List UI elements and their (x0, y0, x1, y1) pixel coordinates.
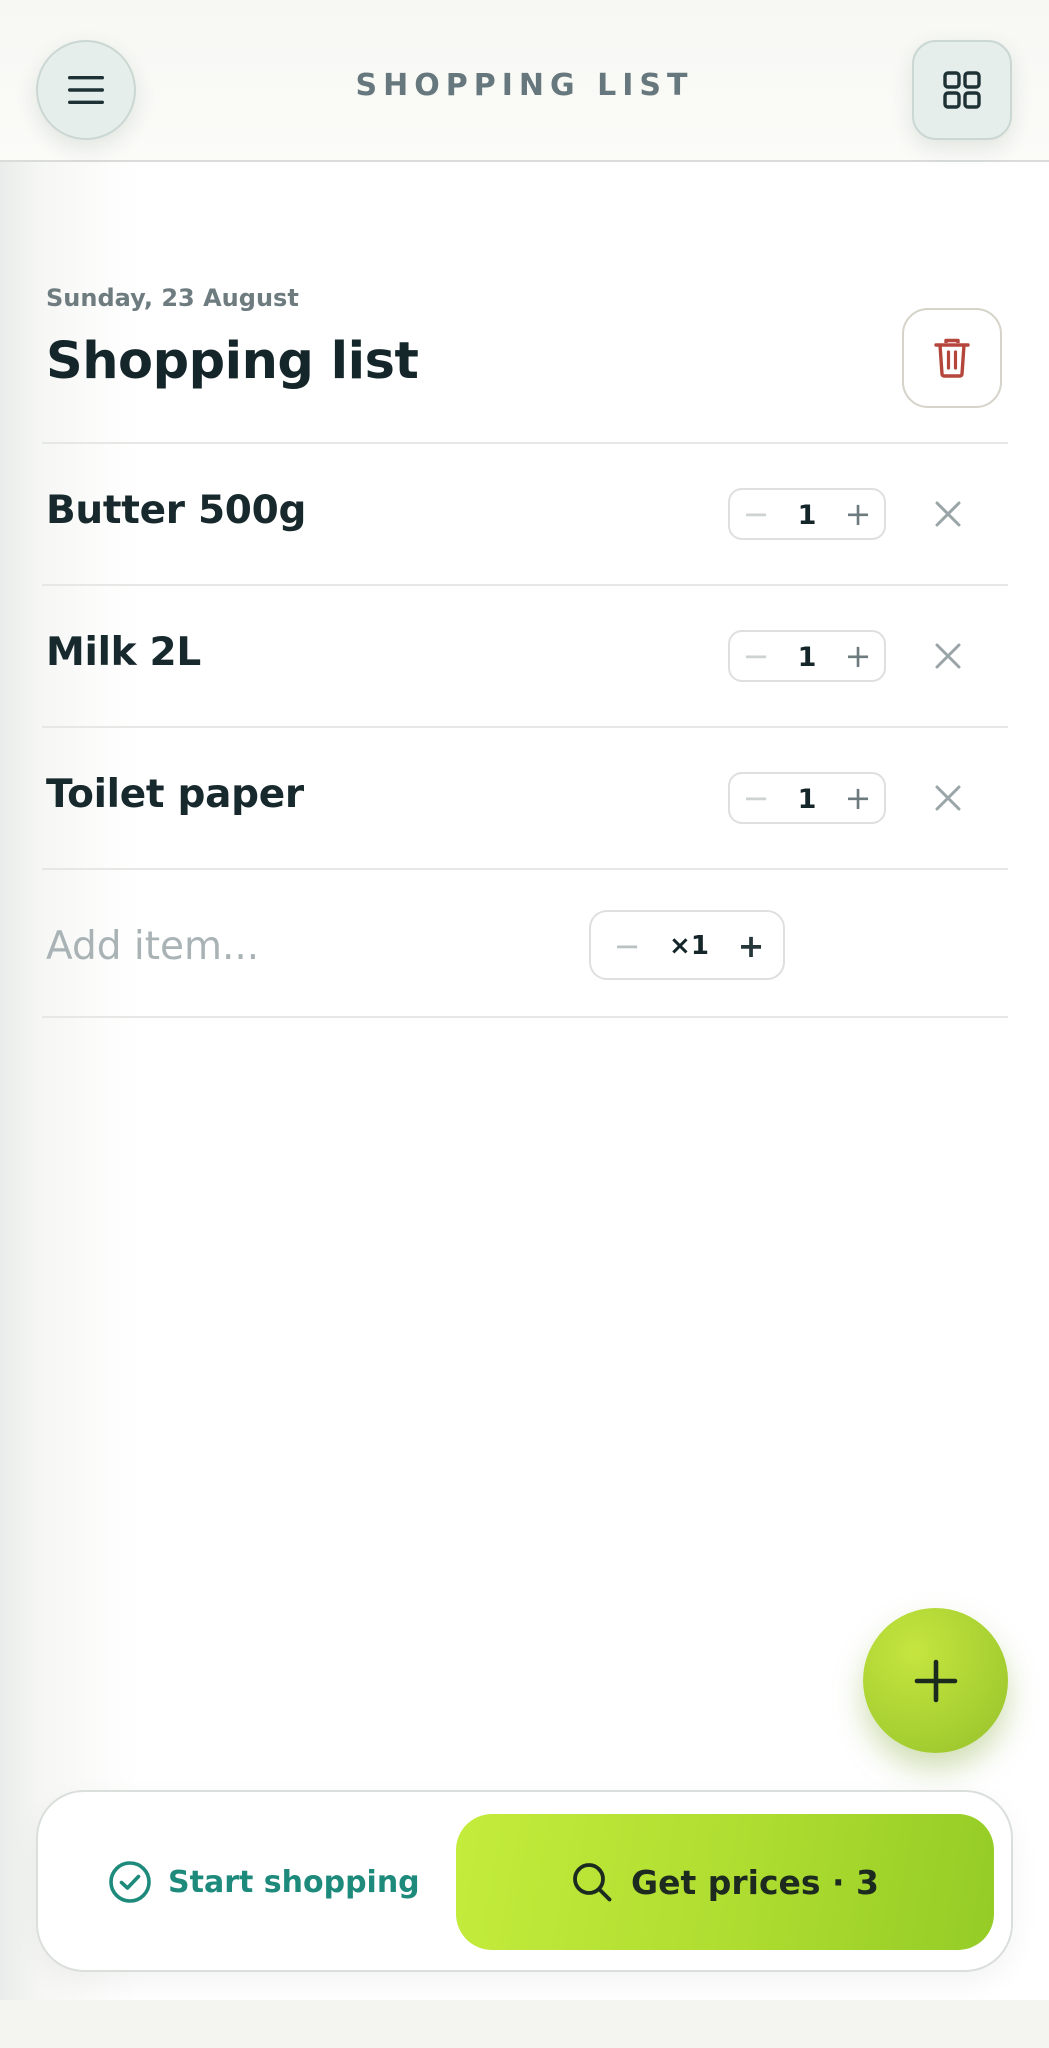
close-icon (935, 643, 961, 669)
quantity-stepper: − 1 + (728, 630, 886, 682)
increase-new-quantity-button[interactable]: + (731, 924, 771, 968)
grid-view-button[interactable] (912, 40, 1012, 140)
list-item: Milk 2L − 1 + (0, 586, 1049, 726)
delete-list-button[interactable] (902, 308, 1002, 408)
start-shopping-button[interactable]: Start shopping (108, 1842, 420, 1922)
divider (42, 1016, 1008, 1018)
get-prices-button[interactable]: Get prices · 3 (456, 1814, 994, 1950)
remove-item-button[interactable] (928, 490, 968, 538)
increase-quantity-button[interactable]: + (836, 494, 880, 534)
quantity-value: 1 (797, 642, 817, 673)
decrease-quantity-button[interactable]: − (734, 778, 778, 818)
item-name: Toilet paper (46, 772, 304, 817)
check-circle-icon (109, 1861, 151, 1903)
add-item-input[interactable] (46, 916, 546, 976)
quantity-stepper: − 1 + (728, 488, 886, 540)
list-title: Shopping list (46, 332, 419, 391)
add-fab-button[interactable] (863, 1608, 1008, 1753)
trash-icon (934, 338, 970, 378)
bottom-action-bar: Start shopping Get prices · 3 (36, 1790, 1013, 1972)
list-item: Butter 500g − 1 + (0, 444, 1049, 584)
close-icon (935, 501, 961, 527)
item-name: Butter 500g (46, 488, 307, 533)
page-header-title: SHOPPING LIST (355, 68, 694, 103)
list-date: Sunday, 23 August (46, 284, 299, 312)
remove-item-button[interactable] (928, 632, 968, 680)
remove-item-button[interactable] (928, 774, 968, 822)
start-shopping-label: Start shopping (168, 1864, 420, 1900)
decrease-quantity-button[interactable]: − (734, 494, 778, 534)
search-icon (573, 1863, 612, 1902)
bottom-safe-area (0, 2000, 1049, 2048)
quantity-value: 1 (797, 784, 817, 815)
add-item-quantity-stepper: − ×1 + (589, 910, 785, 980)
increase-quantity-button[interactable]: + (836, 778, 880, 818)
increase-quantity-button[interactable]: + (836, 636, 880, 676)
quantity-stepper: − 1 + (728, 772, 886, 824)
new-quantity-value: ×1 (669, 931, 709, 961)
close-icon (935, 785, 961, 811)
item-name: Milk 2L (46, 630, 201, 675)
list-item: Toilet paper − 1 + (0, 728, 1049, 868)
quantity-value: 1 (797, 500, 817, 531)
decrease-quantity-button[interactable]: − (734, 636, 778, 676)
top-app-bar: SHOPPING LIST (0, 0, 1049, 162)
get-prices-label: Get prices · 3 (631, 1862, 879, 1902)
decrease-new-quantity-button[interactable]: − (607, 924, 647, 968)
divider (42, 868, 1008, 870)
plus-icon (914, 1659, 957, 1702)
app-page: SHOPPING LIST Sunday, 23 August Shopping… (0, 0, 1049, 2048)
grid-icon (943, 71, 981, 109)
